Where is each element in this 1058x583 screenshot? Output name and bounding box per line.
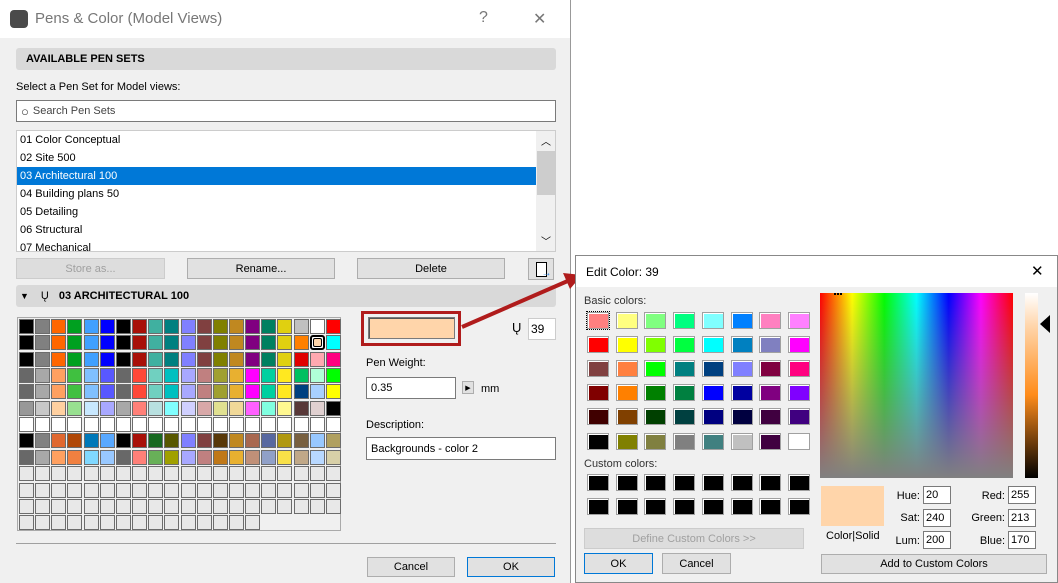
green-field[interactable]: 213 [1008,509,1036,527]
basic-color-swatch[interactable] [587,336,609,354]
basic-color-swatch[interactable] [701,336,724,354]
color-cancel-button[interactable]: Cancel [662,553,731,574]
color-ok-button[interactable]: OK [584,553,653,574]
basic-color-swatch[interactable] [730,312,753,329]
hue-field[interactable]: 20 [923,486,951,504]
basic-color-swatch[interactable] [730,360,753,378]
basic-color-swatch[interactable] [787,336,810,354]
basic-color-swatch[interactable] [644,432,667,450]
basic-color-swatch[interactable] [673,408,696,426]
basic-color-swatch[interactable] [787,384,810,402]
custom-color-swatch[interactable] [759,474,782,491]
basic-color-swatch[interactable] [759,336,782,354]
color-title-bar: Edit Color: 39 ✕ [576,256,1057,287]
green-label: Green: [971,512,1005,524]
basic-color-swatch[interactable] [730,336,753,354]
sat-label: Sat: [900,512,920,524]
custom-color-swatch[interactable] [587,474,609,491]
basic-color-swatch[interactable] [701,408,724,426]
basic-color-swatch[interactable] [586,311,610,330]
basic-color-swatch[interactable] [730,408,753,426]
custom-color-swatch[interactable] [701,474,724,491]
lum-field[interactable]: 200 [923,531,951,549]
basic-color-swatch[interactable] [615,360,638,378]
basic-color-swatch[interactable] [615,312,638,329]
blue-label: Blue: [979,535,1005,547]
basic-color-swatch[interactable] [644,384,667,402]
basic-color-swatch[interactable] [615,408,638,426]
basic-color-swatch[interactable] [644,312,667,329]
blue-field[interactable]: 170 [1008,531,1036,549]
basic-color-swatch[interactable] [787,312,810,329]
spectrum-crosshair[interactable] [834,293,842,297]
basic-color-swatch[interactable] [673,312,696,329]
basic-color-swatch[interactable] [701,384,724,402]
lum-label: Lum: [895,535,920,547]
basic-color-swatch[interactable] [787,432,810,450]
basic-color-swatch[interactable] [787,408,810,426]
custom-color-swatch[interactable] [787,498,810,515]
add-to-custom-colors-button[interactable]: Add to Custom Colors [821,554,1047,574]
basic-color-swatch[interactable] [787,360,810,378]
basic-color-swatch[interactable] [587,408,609,426]
color-preview [821,486,884,526]
basic-color-swatch[interactable] [673,384,696,402]
basic-color-swatch[interactable] [587,384,609,402]
basic-color-swatch[interactable] [615,384,638,402]
basic-color-swatch[interactable] [759,384,782,402]
basic-color-swatch[interactable] [701,360,724,378]
custom-color-swatch[interactable] [673,498,696,515]
custom-color-swatch[interactable] [730,498,753,515]
basic-color-swatch[interactable] [587,360,609,378]
custom-color-swatch[interactable] [787,474,810,491]
custom-color-swatch[interactable] [701,498,724,515]
basic-color-swatch[interactable] [644,408,667,426]
custom-color-swatch[interactable] [673,474,696,491]
custom-color-swatch[interactable] [759,498,782,515]
custom-color-swatch[interactable] [615,498,638,515]
basic-color-swatch[interactable] [673,336,696,354]
hue-label: Hue: [896,490,920,502]
luminance-slider-arrow[interactable] [1040,315,1050,333]
custom-color-swatch[interactable] [615,474,638,491]
red-field[interactable]: 255 [1008,486,1036,504]
color-close-button[interactable]: ✕ [1031,262,1044,280]
luminance-bar[interactable] [1025,293,1038,478]
basic-color-swatch[interactable] [644,360,667,378]
custom-color-swatch[interactable] [730,474,753,491]
basic-color-swatch[interactable] [673,360,696,378]
basic-color-swatch[interactable] [701,312,724,329]
basic-color-swatch[interactable] [615,432,638,450]
basic-color-swatch[interactable] [759,312,782,329]
basic-color-swatch[interactable] [673,432,696,450]
basic-color-swatch[interactable] [701,432,724,450]
basic-color-swatch[interactable] [759,360,782,378]
basic-color-swatch[interactable] [644,336,667,354]
custom-color-swatch[interactable] [587,498,609,515]
basic-colors-label: Basic colors: [584,295,647,307]
edit-color-dialog: Edit Color: 39 ✕ Basic colors: Custom co… [575,255,1058,583]
sat-field[interactable]: 240 [923,509,951,527]
custom-color-swatch[interactable] [644,498,667,515]
custom-colors-label: Custom colors: [584,458,658,470]
custom-color-swatch[interactable] [644,474,667,491]
basic-color-swatch[interactable] [587,432,609,450]
basic-color-swatch[interactable] [759,432,782,450]
basic-color-swatch[interactable] [759,408,782,426]
color-solid-label: Color|Solid [826,530,880,542]
color-dialog-title: Edit Color: 39 [586,265,659,279]
define-custom-colors-button[interactable]: Define Custom Colors >> [584,528,804,549]
color-spectrum[interactable] [820,293,1013,478]
red-label: Red: [981,490,1005,502]
basic-color-swatch[interactable] [730,384,753,402]
basic-color-swatch[interactable] [615,336,638,354]
basic-color-swatch[interactable] [730,432,753,450]
